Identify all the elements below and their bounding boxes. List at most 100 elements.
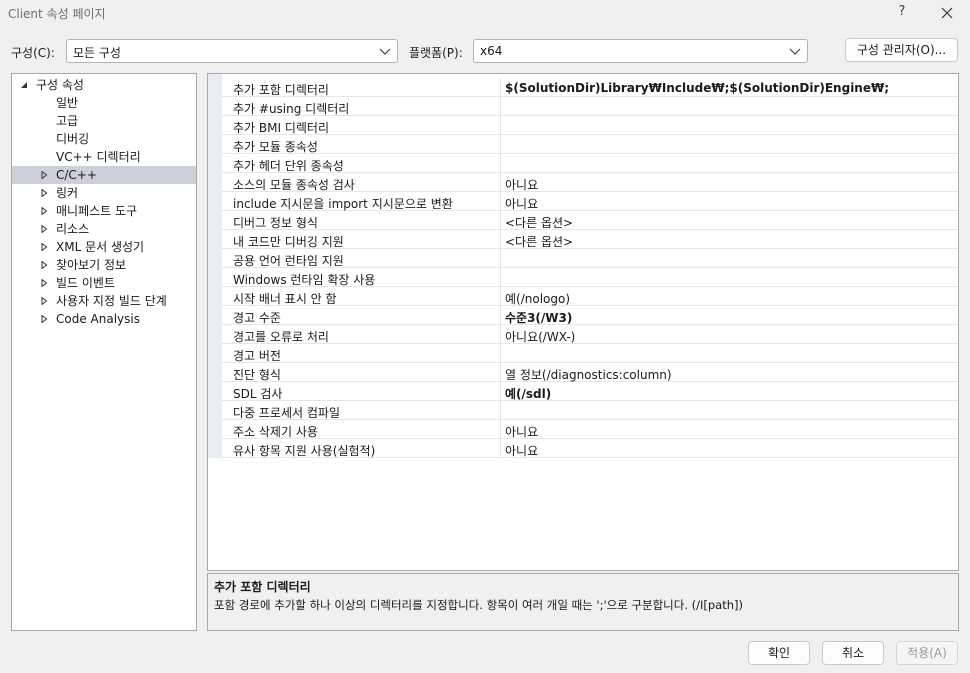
property-value[interactable]: 아니요 bbox=[505, 423, 538, 440]
close-button[interactable] bbox=[934, 2, 960, 24]
property-value[interactable]: 아니요(/WX-) bbox=[505, 328, 575, 345]
property-row[interactable]: Windows 런타임 확장 사용 bbox=[222, 268, 958, 287]
property-name: 경고를 오류로 처리 bbox=[233, 330, 329, 344]
property-name: 추가 BMI 디렉터리 bbox=[233, 121, 329, 135]
property-name: 소스의 모듈 종속성 검사 bbox=[233, 178, 355, 192]
column-separator bbox=[500, 116, 501, 135]
property-row[interactable]: 내 코드만 디버깅 지원 <다른 옵션> bbox=[222, 230, 958, 249]
property-value[interactable]: 수준3(/W3) bbox=[505, 309, 572, 326]
property-row[interactable]: 추가 #using 디렉터리 bbox=[222, 97, 958, 116]
config-label: 구성(C): bbox=[11, 46, 55, 60]
tree-item-label: 빌드 이벤트 bbox=[56, 276, 116, 290]
tree-item-label: C/C++ bbox=[56, 168, 97, 182]
collapsed-triangle-icon[interactable] bbox=[40, 243, 48, 251]
expanded-triangle-icon[interactable] bbox=[20, 81, 28, 89]
property-name: 주소 삭제기 사용 bbox=[233, 425, 318, 439]
tree-item-code-analysis[interactable]: Code Analysis bbox=[12, 310, 196, 328]
tree-item-browse-info[interactable]: 찾아보기 정보 bbox=[12, 256, 196, 274]
tree-item-label: VC++ 디렉터리 bbox=[56, 150, 141, 164]
cancel-button[interactable]: 취소 bbox=[822, 641, 884, 665]
tree-item-label: 디버깅 bbox=[56, 132, 90, 146]
close-icon bbox=[941, 7, 953, 19]
tree-item-label: 리소스 bbox=[56, 222, 90, 236]
chevron-down-icon bbox=[789, 48, 801, 55]
chevron-down-icon bbox=[379, 48, 391, 55]
tree-item-config-properties[interactable]: 구성 속성 bbox=[12, 76, 196, 94]
tree-item-general[interactable]: 일반 bbox=[12, 94, 196, 112]
property-value[interactable]: <다른 옵션> bbox=[505, 214, 573, 231]
column-separator bbox=[500, 211, 501, 230]
tree-item-build-events[interactable]: 빌드 이벤트 bbox=[12, 274, 196, 292]
collapsed-triangle-icon[interactable] bbox=[40, 261, 48, 269]
tree-item-linker[interactable]: 링커 bbox=[12, 184, 196, 202]
property-name: 경고 수준 bbox=[233, 311, 281, 325]
description-title: 추가 포함 디렉터리 bbox=[214, 580, 311, 594]
property-row[interactable]: 주소 삭제기 사용 아니요 bbox=[222, 420, 958, 439]
property-value[interactable]: <다른 옵션> bbox=[505, 233, 573, 250]
property-row[interactable]: 다중 프로세서 컴파일 bbox=[222, 401, 958, 420]
tree-item-label: 링커 bbox=[56, 186, 79, 200]
tree-item-custom-build-step[interactable]: 사용자 지정 빌드 단계 bbox=[12, 292, 196, 310]
tree-item-label: 일반 bbox=[56, 96, 79, 110]
config-combo[interactable]: 모든 구성 bbox=[66, 39, 398, 63]
property-row[interactable]: 공용 언어 런타임 지원 bbox=[222, 249, 958, 268]
collapsed-triangle-icon[interactable] bbox=[40, 207, 48, 215]
property-row[interactable]: 소스의 모듈 종속성 검사 아니요 bbox=[222, 173, 958, 192]
property-row[interactable]: 경고를 오류로 처리 아니요(/WX-) bbox=[222, 325, 958, 344]
property-value[interactable]: 아니요 bbox=[505, 442, 538, 459]
property-row[interactable]: 추가 모듈 종속성 bbox=[222, 135, 958, 154]
property-row[interactable]: 유사 항목 지원 사용(실험적) 아니요 bbox=[222, 439, 958, 458]
property-row[interactable]: 진단 형식 열 정보(/diagnostics:column) bbox=[222, 363, 958, 382]
platform-combo[interactable]: x64 bbox=[473, 39, 808, 63]
collapsed-triangle-icon[interactable] bbox=[40, 171, 48, 179]
column-separator bbox=[500, 439, 501, 458]
collapsed-triangle-icon[interactable] bbox=[40, 225, 48, 233]
property-name: 추가 포함 디렉터리 bbox=[233, 83, 329, 97]
tree-item-manifest-tool[interactable]: 매니페스트 도구 bbox=[12, 202, 196, 220]
tree-item-debugging[interactable]: 디버깅 bbox=[12, 130, 196, 148]
ok-button[interactable]: 확인 bbox=[748, 641, 810, 665]
description-text: 포함 경로에 추가할 하나 이상의 디렉터리를 지정합니다. 항목이 여러 개일… bbox=[214, 598, 744, 612]
collapsed-triangle-icon[interactable] bbox=[40, 297, 48, 305]
property-row[interactable]: 디버그 정보 형식 <다른 옵션> bbox=[222, 211, 958, 230]
column-separator bbox=[500, 78, 501, 97]
property-row[interactable]: 경고 버전 bbox=[222, 344, 958, 363]
tree-item-xml-doc-generator[interactable]: XML 문서 생성기 bbox=[12, 238, 196, 256]
tree-item-label: 매니페스트 도구 bbox=[56, 204, 138, 218]
property-value[interactable]: 예(/sdl) bbox=[505, 385, 551, 402]
tree-item-vc-directories[interactable]: VC++ 디렉터리 bbox=[12, 148, 196, 166]
tree-item-resources[interactable]: 리소스 bbox=[12, 220, 196, 238]
property-name: 공용 언어 런타임 지원 bbox=[233, 254, 344, 268]
property-row[interactable]: 추가 포함 디렉터리 $(SolutionDir)Library₩Include… bbox=[222, 78, 958, 97]
property-value[interactable]: 열 정보(/diagnostics:column) bbox=[505, 366, 672, 383]
config-manager-button[interactable]: 구성 관리자(O)... bbox=[845, 38, 958, 62]
property-value[interactable]: 예(/nologo) bbox=[505, 290, 570, 307]
property-value[interactable]: 아니요 bbox=[505, 195, 538, 212]
property-name: SDL 검사 bbox=[233, 387, 283, 401]
property-row[interactable]: include 지시문을 import 지시문으로 변환 아니요 bbox=[222, 192, 958, 211]
column-separator bbox=[500, 249, 501, 268]
help-button[interactable]: ? bbox=[895, 4, 909, 19]
collapsed-triangle-icon[interactable] bbox=[40, 315, 48, 323]
property-name: 다중 프로세서 컴파일 bbox=[233, 406, 340, 420]
property-value[interactable]: 아니요 bbox=[505, 176, 538, 193]
column-separator bbox=[500, 268, 501, 287]
property-row[interactable]: 경고 수준 수준3(/W3) bbox=[222, 306, 958, 325]
tree-item-label: 고급 bbox=[56, 114, 79, 128]
property-value[interactable]: $(SolutionDir)Library₩Include₩;$(Solutio… bbox=[505, 81, 889, 95]
tree-item-c-cpp[interactable]: C/C++ bbox=[12, 166, 196, 184]
property-row[interactable]: 시작 배너 표시 안 함 예(/nologo) bbox=[222, 287, 958, 306]
collapsed-triangle-icon[interactable] bbox=[40, 189, 48, 197]
property-row[interactable]: SDL 검사 예(/sdl) bbox=[222, 382, 958, 401]
tree-item-label: Code Analysis bbox=[56, 312, 140, 326]
property-row[interactable]: 추가 BMI 디렉터리 bbox=[222, 116, 958, 135]
property-name: 시작 배너 표시 안 함 bbox=[233, 292, 337, 306]
platform-label: 플랫폼(P): bbox=[409, 46, 463, 60]
apply-button[interactable]: 적용(A) bbox=[896, 641, 958, 665]
tree-item-label: XML 문서 생성기 bbox=[56, 240, 145, 254]
collapsed-triangle-icon[interactable] bbox=[40, 279, 48, 287]
property-name: Windows 런타임 확장 사용 bbox=[233, 273, 376, 287]
column-separator bbox=[500, 173, 501, 192]
property-row[interactable]: 추가 헤더 단위 종속성 bbox=[222, 154, 958, 173]
tree-item-advanced[interactable]: 고급 bbox=[12, 112, 196, 130]
